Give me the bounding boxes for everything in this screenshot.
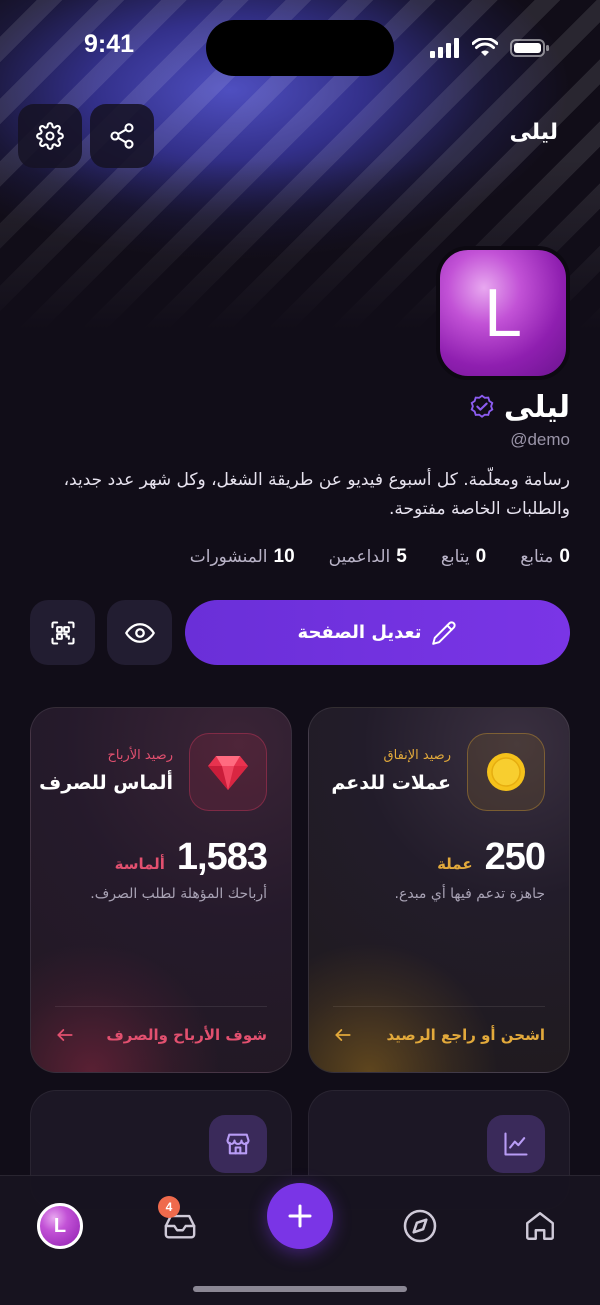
tab-home[interactable]: [510, 1196, 570, 1256]
gem-icon: [208, 756, 248, 790]
diamonds-link-label: شوف الأرباح والصرف: [106, 1026, 267, 1044]
arrow-left-icon: [57, 1029, 73, 1041]
diamonds-description: أرباحك المؤهلة لطلب الصرف.: [90, 886, 267, 902]
stat-label: متابع: [520, 547, 554, 567]
diamonds-amount-row: 1,583 ألماسة: [114, 836, 268, 879]
coin-icon-box: [467, 733, 545, 811]
tab-profile[interactable]: L: [30, 1196, 90, 1256]
stat-posts[interactable]: 10المنشورات: [190, 546, 295, 568]
store-icon: [226, 1133, 250, 1155]
status-time: 9:41: [84, 30, 135, 58]
coins-description: جاهزة تدعم فيها أي مبدع.: [394, 886, 545, 902]
profile-screen: 9:41 ليلى L ليلى @demo رسامة ومعلّمة. كل…: [0, 0, 600, 1305]
diamonds-kicker: رصيد الأرباح: [107, 748, 173, 763]
stat-label: المنشورات: [189, 547, 268, 567]
status-icons: [430, 38, 550, 58]
edit-page-label: تعديل الصفحة: [297, 622, 422, 643]
stat-following[interactable]: 0يتابع: [441, 546, 486, 568]
header-title: ليلى: [509, 120, 558, 145]
stat-value: 0: [559, 546, 570, 567]
plus-icon: [288, 1204, 312, 1228]
home-icon: [526, 1212, 554, 1240]
qr-code-button[interactable]: [30, 600, 95, 665]
stat-value: 10: [273, 546, 295, 567]
stat-label: يتابع: [440, 547, 470, 567]
settings-button[interactable]: [18, 104, 82, 168]
tab-inbox[interactable]: 4: [150, 1196, 210, 1256]
qr-code-icon: [50, 620, 75, 645]
coins-card[interactable]: رصيد الإنفاق عملات للدعم 250 عملة جاهزة …: [308, 707, 570, 1073]
share-button[interactable]: [90, 104, 154, 168]
dynamic-island: [206, 20, 394, 76]
compass-icon: [403, 1209, 437, 1243]
stat-followers[interactable]: 0متابع: [520, 546, 570, 568]
coins-title: عملات للدعم: [331, 772, 451, 794]
card-divider: [55, 1006, 267, 1007]
share-icon: [110, 123, 134, 149]
store-icon-box: [209, 1115, 267, 1173]
coins-unit: عملة: [437, 855, 473, 873]
tab-explore[interactable]: [390, 1196, 450, 1256]
coins-kicker: رصيد الإنفاق: [383, 748, 451, 763]
diamonds-title: ألماس للصرف: [39, 772, 173, 794]
home-indicator[interactable]: [193, 1286, 407, 1292]
profile-bio: رسامة ومعلّمة. كل أسبوع فيديو عن طريقة ا…: [63, 470, 570, 519]
edit-page-button[interactable]: تعديل الصفحة: [185, 600, 570, 665]
coins-link[interactable]: اشحن أو راجع الرصيد: [333, 1023, 545, 1047]
profile-stats: 0متابع 0يتابع 5الداعمين 10المنشورات: [190, 546, 570, 568]
inbox-badge: 4: [158, 1196, 180, 1218]
card-divider: [333, 1006, 545, 1007]
stat-value: 5: [396, 546, 407, 567]
line-chart-icon: [504, 1132, 528, 1156]
coin-icon: [487, 753, 525, 791]
coins-amount: 250: [484, 836, 546, 878]
stat-label: الداعمين: [328, 547, 391, 567]
status-bar: 9:41: [0, 0, 600, 96]
profile-name-row: ليلى: [468, 390, 570, 425]
cellular-signal-icon: [430, 38, 459, 58]
avatar[interactable]: L: [436, 246, 570, 380]
tab-avatar: L: [37, 1203, 83, 1249]
coins-amount-row: 250 عملة: [437, 836, 546, 879]
preview-button[interactable]: [107, 600, 172, 665]
diamonds-amount: 1,583: [176, 836, 268, 878]
verified-badge-icon: [470, 394, 494, 418]
pencil-icon: [432, 620, 457, 645]
diamonds-unit: ألماسة: [114, 855, 165, 873]
diamonds-card[interactable]: رصيد الأرباح ألماس للصرف 1,583 ألماسة أر…: [30, 707, 292, 1073]
coins-link-label: اشحن أو راجع الرصيد: [386, 1026, 545, 1044]
eye-icon: [124, 622, 155, 643]
stat-supporters[interactable]: 5الداعمين: [329, 546, 407, 568]
profile-handle: @demo: [510, 430, 570, 449]
stat-value: 0: [475, 546, 487, 567]
chart-icon-box: [487, 1115, 545, 1173]
wifi-icon: [472, 38, 498, 56]
create-post-button[interactable]: [267, 1183, 333, 1249]
diamonds-link[interactable]: شوف الأرباح والصرف: [55, 1023, 267, 1047]
gear-icon: [36, 122, 64, 150]
diamond-icon-box: [189, 733, 267, 811]
profile-name: ليلى: [503, 390, 570, 425]
arrow-left-icon: [335, 1029, 351, 1041]
battery-icon: [510, 39, 549, 57]
